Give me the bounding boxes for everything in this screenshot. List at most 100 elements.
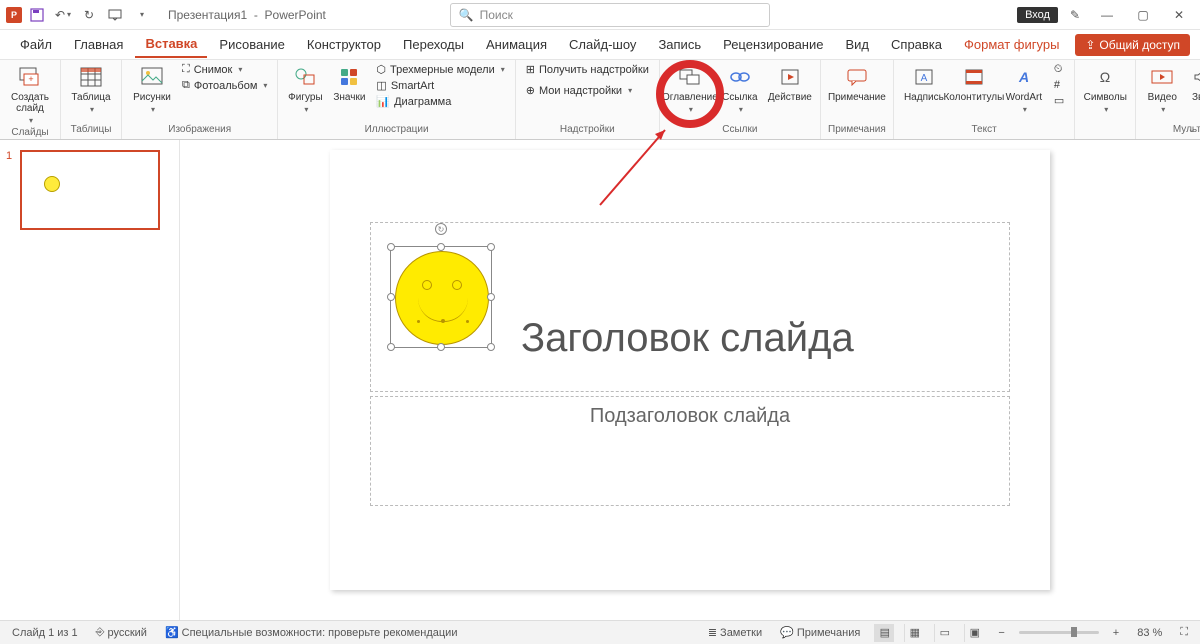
smiley-shape[interactable] xyxy=(395,251,489,345)
undo-button[interactable]: ↶▾ xyxy=(52,4,74,26)
group-text-label: Текст xyxy=(971,124,996,137)
screenshot-button[interactable]: ⛶Снимок▾ xyxy=(178,62,271,77)
collapse-ribbon-button[interactable]: ⌄ xyxy=(1188,124,1196,135)
chart-button[interactable]: 📊Диаграмма xyxy=(372,94,508,109)
rotation-handle[interactable]: ↻ xyxy=(435,223,447,235)
comments-icon: 💬 xyxy=(780,626,794,639)
video-icon xyxy=(1149,64,1175,90)
audio-icon xyxy=(1189,64,1200,90)
thumbnail-slide-1[interactable]: 1 xyxy=(6,150,173,230)
action-button[interactable]: Действие xyxy=(766,62,814,105)
drawing-mode-icon[interactable]: ✎ xyxy=(1064,4,1086,26)
zoom-in-button[interactable]: + xyxy=(1109,625,1123,641)
zoom-level[interactable]: 83 % xyxy=(1133,625,1166,641)
slide[interactable]: Заголовок слайда Подзаголовок слайда ↻ xyxy=(330,150,1050,590)
tab-view[interactable]: Вид xyxy=(835,32,879,57)
reading-view-button[interactable]: ▭ xyxy=(934,624,954,642)
save-button[interactable] xyxy=(26,4,48,26)
slide-counter[interactable]: Слайд 1 из 1 xyxy=(8,625,82,641)
zoom-slider[interactable] xyxy=(1019,631,1099,634)
sign-in-badge[interactable]: Вход xyxy=(1017,7,1058,23)
slide-number-button[interactable]: # xyxy=(1050,78,1068,92)
selected-shape[interactable]: ↻ xyxy=(390,246,492,348)
object-button[interactable]: ▭ xyxy=(1050,93,1068,108)
table-button[interactable]: Таблица▾ xyxy=(67,62,115,116)
accessibility-button[interactable]: ♿Специальные возможности: проверьте реко… xyxy=(161,624,462,641)
tab-design[interactable]: Конструктор xyxy=(297,32,391,57)
mouth xyxy=(418,298,468,322)
tab-insert[interactable]: Вставка xyxy=(135,31,207,58)
header-icon xyxy=(961,64,987,90)
tab-format-shape[interactable]: Формат фигуры xyxy=(954,32,1069,57)
tab-record[interactable]: Запись xyxy=(648,32,711,57)
slideshow-view-button[interactable]: ▣ xyxy=(964,624,984,642)
header-footer-button[interactable]: Колонтитулы xyxy=(950,62,998,105)
a11y-icon: ♿ xyxy=(165,626,179,639)
audio-button[interactable]: Звук▾ xyxy=(1184,62,1200,116)
tab-transitions[interactable]: Переходы xyxy=(393,32,474,57)
search-icon: 🔍 xyxy=(459,8,474,22)
symbols-button[interactable]: Ω Символы▾ xyxy=(1081,62,1129,116)
link-button[interactable]: Ссылка▾ xyxy=(716,62,764,116)
smartart-icon: ◫ xyxy=(376,79,386,92)
pictures-button[interactable]: Рисунки▾ xyxy=(128,62,176,116)
handle-t[interactable] xyxy=(437,243,445,251)
notes-button[interactable]: ≣Заметки xyxy=(704,624,766,641)
tab-file[interactable]: Файл xyxy=(10,32,62,57)
tab-help[interactable]: Справка xyxy=(881,32,952,57)
handle-r[interactable] xyxy=(487,293,495,301)
handle-tl[interactable] xyxy=(387,243,395,251)
group-illustrations-label: Иллюстрации xyxy=(365,124,429,137)
handle-b[interactable] xyxy=(437,343,445,351)
redo-button[interactable]: ↻ xyxy=(78,4,100,26)
ribbon-tabs: Файл Главная Вставка Рисование Конструкт… xyxy=(0,30,1200,60)
get-addins-button[interactable]: ⊞Получить надстройки xyxy=(522,62,653,77)
smartart-button[interactable]: ◫SmartArt xyxy=(372,78,508,93)
tab-home[interactable]: Главная xyxy=(64,32,133,57)
zoom-button[interactable]: Оглавление▾ xyxy=(666,62,714,116)
store-icon: ⊞ xyxy=(526,63,535,76)
sorter-view-button[interactable]: ▦ xyxy=(904,624,924,642)
tab-draw[interactable]: Рисование xyxy=(209,32,294,57)
video-button[interactable]: Видео▾ xyxy=(1142,62,1182,116)
handle-bl[interactable] xyxy=(387,343,395,351)
new-slide-button[interactable]: + Создать слайд▾ xyxy=(6,62,54,127)
subtitle-placeholder[interactable]: Подзаголовок слайда xyxy=(370,396,1010,506)
group-symbols-label xyxy=(1104,124,1107,137)
thumbnail-preview[interactable] xyxy=(20,150,160,230)
icons-button[interactable]: Значки xyxy=(328,62,370,105)
textbox-button[interactable]: A Надпись xyxy=(900,62,948,105)
my-addins-button[interactable]: ⊕Мои надстройки▾ xyxy=(522,83,653,98)
comments-button[interactable]: 💬Примечания xyxy=(776,624,864,641)
work-area: 1 Заголовок слайда Подзаголовок слайда xyxy=(0,140,1200,620)
group-slides-label: Слайды xyxy=(11,127,48,140)
comment-button[interactable]: Примечание xyxy=(827,62,887,105)
share-button[interactable]: ⇪Общий доступ xyxy=(1075,34,1190,56)
search-input[interactable]: 🔍 Поиск xyxy=(450,3,770,27)
3d-models-button[interactable]: ⬡Трехмерные модели▾ xyxy=(372,62,508,77)
date-time-button[interactable]: ⏲ xyxy=(1050,62,1068,77)
minimize-button[interactable]: — xyxy=(1092,3,1122,27)
handle-tr[interactable] xyxy=(487,243,495,251)
close-button[interactable]: ✕ xyxy=(1164,3,1194,27)
title-bar: P ↶▾ ↻ ▾ Презентация1 - PowerPoint 🔍 Пои… xyxy=(0,0,1200,30)
qat-more[interactable]: ▾ xyxy=(130,4,152,26)
zoom-out-button[interactable]: − xyxy=(994,625,1008,641)
wordart-button[interactable]: A WordArt▾ xyxy=(1000,62,1048,116)
maximize-button[interactable]: ▢ xyxy=(1128,3,1158,27)
present-from-start-button[interactable] xyxy=(104,4,126,26)
fit-button[interactable]: ⛶ xyxy=(1176,624,1192,641)
group-tables-label: Таблицы xyxy=(71,124,112,137)
tab-review[interactable]: Рецензирование xyxy=(713,32,833,57)
normal-view-button[interactable]: ▤ xyxy=(874,624,894,642)
tab-animations[interactable]: Анимация xyxy=(476,32,557,57)
language-button[interactable]: ⎆русский xyxy=(92,624,151,641)
photo-album-button[interactable]: ⧉Фотоальбом▾ xyxy=(178,78,271,93)
handle-br[interactable] xyxy=(487,343,495,351)
tab-slideshow[interactable]: Слайд-шоу xyxy=(559,32,646,57)
thumbnail-pane[interactable]: 1 xyxy=(0,140,180,620)
slide-canvas[interactable]: Заголовок слайда Подзаголовок слайда ↻ xyxy=(180,140,1200,620)
status-bar: Слайд 1 из 1 ⎆русский ♿Специальные возмо… xyxy=(0,620,1200,644)
handle-l[interactable] xyxy=(387,293,395,301)
shapes-button[interactable]: Фигуры▾ xyxy=(284,62,326,116)
